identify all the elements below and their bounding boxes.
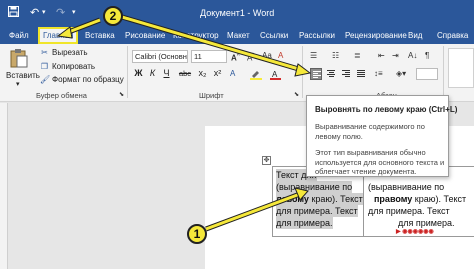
left-cell-line: левому краю). Текст xyxy=(276,193,363,205)
bold-button[interactable]: Ж xyxy=(133,68,144,79)
table-border-bottom xyxy=(272,236,474,237)
undo-icon[interactable]: ↶ xyxy=(30,6,39,20)
shrink-font-icon[interactable]: Aˇ xyxy=(247,51,254,64)
tab-review[interactable]: Рецензирование xyxy=(342,29,410,44)
annotation-badge-1: 1 xyxy=(187,224,207,244)
chevron-down-icon: ▾ xyxy=(16,81,20,88)
font-group-label: Шрифт xyxy=(199,91,224,100)
multilevel-list-icon[interactable]: ≣ xyxy=(354,51,361,61)
align-left-button[interactable] xyxy=(310,68,322,80)
brush-icon: 🖌 xyxy=(40,75,51,84)
dialog-launcher-icon[interactable]: ⬊ xyxy=(119,90,124,100)
table-border-left xyxy=(272,166,273,236)
tab-layout[interactable]: Макет xyxy=(224,29,253,44)
vertical-ruler xyxy=(0,103,8,269)
tab-home[interactable]: Главная xyxy=(38,27,79,44)
clipboard-group-label: Буфер обмена xyxy=(36,91,87,100)
highlight-icon[interactable] xyxy=(250,69,262,83)
customize-toolbar-icon[interactable]: ▾ xyxy=(72,6,76,20)
font-name-select[interactable]: Calibri (Основн xyxy=(132,50,188,63)
tooltip-details: Этот тип выравнивания обычно используетс… xyxy=(315,148,445,176)
right-cell-line: правому краю). Текст xyxy=(374,194,467,204)
font-size-select[interactable]: 11 xyxy=(191,50,227,63)
grow-font-icon[interactable]: A^ xyxy=(231,51,240,64)
align-center-icon xyxy=(327,70,335,78)
ribbon-tabs: Файл Главная Вставка Рисование Конструкт… xyxy=(0,27,474,44)
window-title: Документ1 - Word xyxy=(200,8,275,18)
right-cell-line: для примера. Текст xyxy=(368,206,450,216)
underline-button[interactable]: Ч xyxy=(161,68,172,79)
line-spacing-icon[interactable]: ↕≡ xyxy=(374,69,383,79)
styles-gallery[interactable] xyxy=(448,48,474,88)
divider xyxy=(302,46,303,98)
tab-mailings[interactable]: Рассылки xyxy=(296,29,338,44)
tab-file[interactable]: Файл xyxy=(6,29,32,44)
divider xyxy=(127,46,128,98)
change-case-icon[interactable]: Aa xyxy=(262,51,272,61)
superscript-button[interactable]: x² xyxy=(212,68,223,79)
right-cell-line: (выравнивание по xyxy=(368,182,445,192)
cut-button[interactable]: ✂ Вырезать xyxy=(40,48,87,58)
divider xyxy=(443,46,444,98)
format-painter-button[interactable]: 🖌 Формат по образцу xyxy=(40,75,124,85)
left-cell-line: (выравнивание по xyxy=(276,181,353,193)
borders-button[interactable] xyxy=(416,68,438,80)
annotation-badge-2: 2 xyxy=(103,6,123,26)
clear-formatting-icon[interactable]: A xyxy=(278,51,283,61)
title-bar: ↶ ▾ ↷ ▾ Документ1 - Word xyxy=(0,0,474,27)
left-cell-line: для примера. Текст xyxy=(276,205,358,217)
watermark-logo: ▶ ◉◉◉◉◉◉ xyxy=(396,229,434,235)
italic-button[interactable]: К xyxy=(147,68,158,79)
copy-button[interactable]: ❐ Копировать xyxy=(40,62,95,72)
sort-icon[interactable]: A↓ xyxy=(408,51,417,61)
tab-insert[interactable]: Вставка xyxy=(82,29,118,44)
tooltip-title: Выровнять по левому краю (Ctrl+L) xyxy=(315,105,458,114)
text-effects-icon[interactable]: A xyxy=(230,69,235,79)
table-move-handle[interactable]: ✥ xyxy=(262,156,271,165)
justify-icon xyxy=(357,70,365,78)
align-left-icon xyxy=(313,71,321,79)
strikethrough-button[interactable]: abc xyxy=(177,68,193,79)
paste-label: Вставить xyxy=(6,71,40,80)
tab-design[interactable]: Конструктор xyxy=(170,29,222,44)
align-left-tooltip: Выровнять по левому краю (Ctrl+L) Выравн… xyxy=(306,95,457,177)
scissors-icon: ✂ xyxy=(41,48,48,57)
numbering-icon[interactable]: ☷ xyxy=(332,51,339,61)
tooltip-description: Выравнивание содержимого по левому полю. xyxy=(315,122,425,141)
undo-dropdown-icon[interactable]: ▾ xyxy=(42,6,46,20)
justify-button[interactable] xyxy=(355,68,367,80)
align-right-button[interactable] xyxy=(340,68,352,80)
svg-text:A: A xyxy=(272,70,278,79)
shading-icon[interactable]: ◈▾ xyxy=(396,69,406,79)
paste-button[interactable]: Вставить ▾ xyxy=(6,48,40,88)
subscript-button[interactable]: x₂ xyxy=(197,68,208,79)
left-cell-line: для примера. xyxy=(276,217,333,229)
save-icon[interactable] xyxy=(8,6,19,21)
dialog-launcher-icon[interactable]: ⬊ xyxy=(294,90,299,100)
font-color-icon[interactable]: A xyxy=(270,69,281,83)
align-right-icon xyxy=(342,70,350,78)
copy-icon: ❐ xyxy=(40,62,49,71)
clipboard-icon xyxy=(10,48,28,70)
increase-indent-icon[interactable]: ⇥ xyxy=(392,51,399,61)
bullets-icon[interactable]: ☰ xyxy=(310,51,317,61)
tab-references[interactable]: Ссылки xyxy=(257,29,291,44)
tab-help[interactable]: Справка xyxy=(434,29,471,44)
tab-view[interactable]: Вид xyxy=(405,29,425,44)
redo-icon[interactable]: ↷ xyxy=(56,6,65,20)
align-center-button[interactable] xyxy=(325,68,337,80)
decrease-indent-icon[interactable]: ⇤ xyxy=(378,51,385,61)
tab-draw[interactable]: Рисование xyxy=(122,29,168,44)
show-marks-icon[interactable]: ¶ xyxy=(425,51,429,61)
